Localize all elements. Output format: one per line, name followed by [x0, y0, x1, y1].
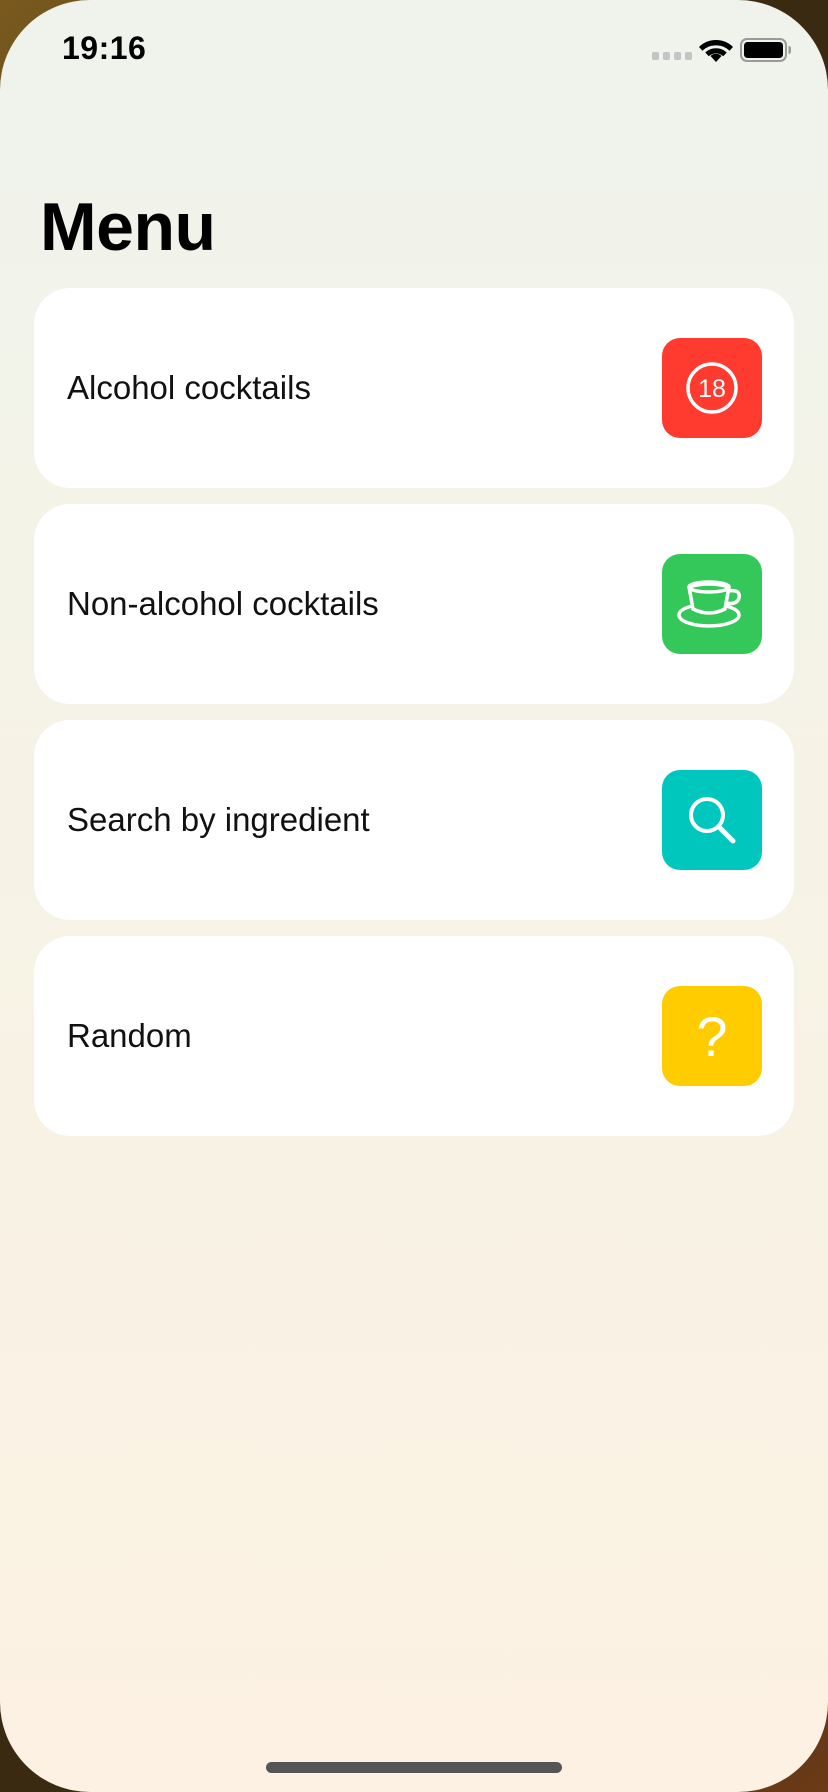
menu-list: Alcohol cocktails 18 Non-alcohol cocktai…: [34, 288, 794, 1152]
phone-screen: 19:16 Menu Alcohol cocktails 18 Non-alco…: [0, 0, 828, 1792]
menu-item-search-by-ingredient[interactable]: Search by ingredient: [34, 720, 794, 920]
menu-item-icon-tile: [662, 554, 762, 654]
menu-item-label: Non-alcohol cocktails: [67, 585, 379, 622]
menu-item-label: Search by ingredient: [67, 801, 370, 838]
menu-item-alcohol-cocktails[interactable]: Alcohol cocktails 18: [34, 288, 794, 488]
menu-item-random[interactable]: Random ?: [34, 936, 794, 1136]
svg-text:18: 18: [698, 375, 726, 403]
menu-item-icon-tile: ?: [662, 986, 762, 1086]
home-indicator[interactable]: [266, 1762, 562, 1773]
status-time: 19:16: [62, 30, 147, 66]
menu-item-non-alcohol-cocktails[interactable]: Non-alcohol cocktails: [34, 504, 794, 704]
page-title: Menu: [40, 189, 216, 265]
cellular-signal-icon: [652, 52, 692, 62]
age-18-icon: 18: [686, 362, 738, 414]
menu-item-icon-tile: 18: [662, 338, 762, 438]
menu-item-icon-tile: [662, 770, 762, 870]
question-mark-icon: ?: [696, 1006, 727, 1066]
menu-item-label: Alcohol cocktails: [67, 369, 311, 406]
magnifying-glass-icon: [689, 797, 736, 844]
cup-and-saucer-icon: [677, 580, 742, 628]
svg-text:?: ?: [696, 1006, 727, 1066]
wifi-icon: [699, 40, 733, 62]
status-bar: 19:16: [0, 0, 828, 100]
menu-item-label: Random: [67, 1017, 192, 1054]
battery-icon: [740, 38, 791, 62]
